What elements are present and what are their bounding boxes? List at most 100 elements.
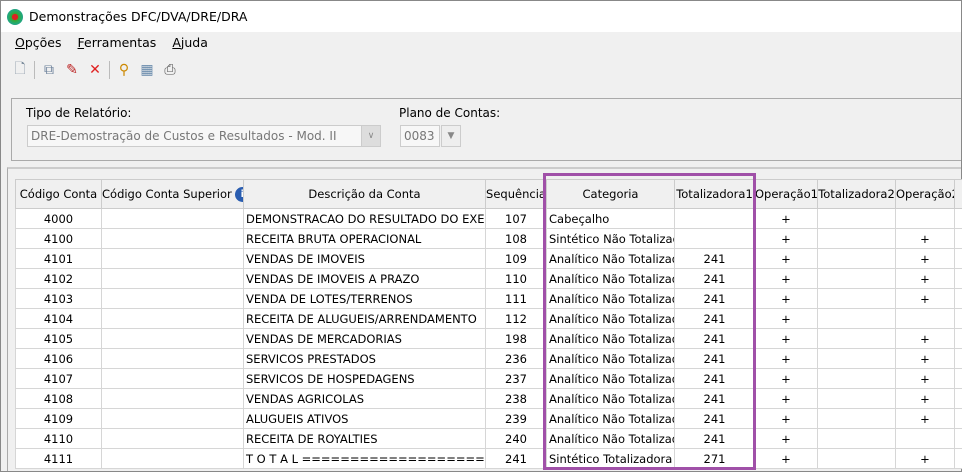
- table-row[interactable]: 4102 VENDAS DE IMOVEIS A PRAZO 110 Analític…: [15, 268, 962, 289]
- table-cell[interactable]: 4109: [15, 408, 102, 429]
- table-cell[interactable]: [101, 348, 244, 369]
- table-cell[interactable]: RECEITA DE ROYALTIES: [243, 428, 486, 449]
- table-cell[interactable]: 241: [674, 268, 755, 289]
- table-cell[interactable]: 239: [485, 408, 547, 429]
- table-cell[interactable]: [895, 308, 955, 329]
- table-cell[interactable]: [101, 328, 244, 349]
- column-header[interactable]: Sequência: [485, 179, 547, 209]
- table-cell[interactable]: 241: [485, 448, 547, 469]
- table-cell[interactable]: 241: [674, 308, 755, 329]
- dropdown-arrow-icon[interactable]: ▼: [441, 125, 461, 147]
- table-row[interactable]: 4106 SERVICOS PRESTADOS 236 Analítico Não T…: [15, 348, 962, 369]
- table-cell[interactable]: [817, 228, 896, 249]
- table-cell[interactable]: [817, 448, 896, 469]
- column-header[interactable]: Totalizadora1: [674, 179, 755, 209]
- table-cell[interactable]: Analítico Não Totalizador: [546, 428, 675, 449]
- table-cell[interactable]: 236: [485, 348, 547, 369]
- table-cell[interactable]: [674, 228, 755, 249]
- table-cell[interactable]: VENDA DE LOTES/TERRENOS: [243, 288, 486, 309]
- preview-icon[interactable]: ▦: [138, 61, 156, 79]
- table-cell[interactable]: 4104: [15, 308, 102, 329]
- table-row[interactable]: 4107 SERVICOS DE HOSPEDAGENS 237 Analítico …: [15, 368, 962, 389]
- table-cell[interactable]: +: [895, 388, 955, 409]
- table-cell[interactable]: 107: [485, 208, 547, 229]
- table-cell[interactable]: 112: [485, 308, 547, 329]
- table-cell[interactable]: [817, 288, 896, 309]
- table-cell[interactable]: 4108: [15, 388, 102, 409]
- table-cell[interactable]: 109: [485, 248, 547, 269]
- table-cell[interactable]: 240: [485, 428, 547, 449]
- table-cell[interactable]: T O T A L ==========================: [243, 448, 486, 469]
- table-cell[interactable]: RECEITA DE ALUGUEIS/ARRENDAMENTO: [243, 308, 486, 329]
- print-icon[interactable]: ⎙: [161, 61, 179, 79]
- table-cell[interactable]: [817, 208, 896, 229]
- column-header[interactable]: Totalizadora2: [817, 179, 896, 209]
- table-cell[interactable]: +: [754, 348, 818, 369]
- table-cell[interactable]: [895, 428, 955, 449]
- table-cell[interactable]: 241: [674, 408, 755, 429]
- table-cell[interactable]: Analítico Não Totalizador: [546, 408, 675, 429]
- table-row[interactable]: 4108 VENDAS AGRICOLAS 238 Analítico Não Tot…: [15, 388, 962, 409]
- table-cell[interactable]: 4103: [15, 288, 102, 309]
- table-cell[interactable]: 4111: [15, 448, 102, 469]
- table-cell[interactable]: 241: [674, 248, 755, 269]
- table-cell[interactable]: [817, 268, 896, 289]
- table-cell[interactable]: 271: [674, 448, 755, 469]
- table-cell[interactable]: 110: [485, 268, 547, 289]
- menu-ferramentas[interactable]: Ferramentas: [78, 35, 157, 50]
- table-cell[interactable]: [101, 428, 244, 449]
- table-cell[interactable]: +: [895, 288, 955, 309]
- menu-opcoes[interactable]: Opções: [15, 35, 62, 50]
- edit-pencil-icon[interactable]: ✎: [63, 61, 81, 79]
- table-cell[interactable]: [101, 448, 244, 469]
- table-cell[interactable]: +: [754, 448, 818, 469]
- table-cell[interactable]: 4106: [15, 348, 102, 369]
- table-cell[interactable]: 241: [674, 348, 755, 369]
- table-cell[interactable]: [817, 348, 896, 369]
- table-cell[interactable]: 241: [674, 428, 755, 449]
- table-cell[interactable]: 4100: [15, 228, 102, 249]
- table-cell[interactable]: [101, 248, 244, 269]
- plano-contas-select[interactable]: 0083: [400, 125, 440, 147]
- table-cell[interactable]: [817, 428, 896, 449]
- table-cell[interactable]: [817, 368, 896, 389]
- table-cell[interactable]: [101, 368, 244, 389]
- table-cell[interactable]: +: [754, 228, 818, 249]
- chevron-down-icon[interactable]: ∨: [361, 125, 381, 147]
- table-cell[interactable]: VENDAS AGRICOLAS: [243, 388, 486, 409]
- column-header[interactable]: Código Conta: [15, 179, 102, 209]
- table-cell[interactable]: 241: [674, 368, 755, 389]
- column-header[interactable]: Descrição da Conta: [243, 179, 486, 209]
- table-cell[interactable]: [817, 248, 896, 269]
- delete-x-icon[interactable]: ✕: [86, 61, 104, 79]
- copy-icon[interactable]: ⧉: [40, 61, 58, 79]
- table-row[interactable]: 4110 RECEITA DE ROYALTIES 240 Analítico Não…: [15, 428, 962, 449]
- table-cell[interactable]: +: [754, 388, 818, 409]
- table-cell[interactable]: +: [895, 328, 955, 349]
- table-cell[interactable]: Analítico Não Totalizador: [546, 328, 675, 349]
- table-cell[interactable]: [674, 208, 755, 229]
- info-icon[interactable]: i: [234, 186, 243, 202]
- table-cell[interactable]: Cabeçalho: [546, 208, 675, 229]
- table-cell[interactable]: Analítico Não Totalizador: [546, 368, 675, 389]
- menu-ajuda[interactable]: Ajuda: [172, 35, 208, 50]
- table-cell[interactable]: [817, 308, 896, 329]
- table-cell[interactable]: [101, 288, 244, 309]
- table-row[interactable]: 4100 RECEITA BRUTA OPERACIONAL 108 Sintétic…: [15, 228, 962, 249]
- table-cell[interactable]: [101, 308, 244, 329]
- table-cell[interactable]: 4105: [15, 328, 102, 349]
- search-icon[interactable]: ⚲: [115, 61, 133, 79]
- column-header[interactable]: Operação2: [895, 179, 955, 209]
- table-row[interactable]: 4103 VENDA DE LOTES/TERRENOS 111 Analítico …: [15, 288, 962, 309]
- table-cell[interactable]: [101, 208, 244, 229]
- table-cell[interactable]: 241: [674, 288, 755, 309]
- table-cell[interactable]: Sintético Não Totalizador: [546, 228, 675, 249]
- table-cell[interactable]: VENDAS DE MERCADORIAS: [243, 328, 486, 349]
- table-cell[interactable]: 4101: [15, 248, 102, 269]
- table-cell[interactable]: +: [895, 268, 955, 289]
- table-cell[interactable]: Analítico Não Totalizador: [546, 308, 675, 329]
- table-cell[interactable]: +: [895, 228, 955, 249]
- table-cell[interactable]: VENDAS DE IMOVEIS A PRAZO: [243, 268, 486, 289]
- table-cell[interactable]: [817, 328, 896, 349]
- table-cell[interactable]: Sintético Totalizadora: [546, 448, 675, 469]
